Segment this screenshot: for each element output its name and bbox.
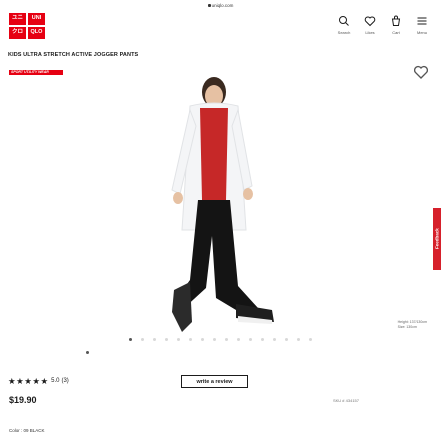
carousel-dots: [0, 338, 441, 341]
logo-tile: クロ: [9, 27, 26, 39]
carousel-dot[interactable]: [177, 338, 180, 341]
carousel-dot[interactable]: [189, 338, 192, 341]
cart-button[interactable]: Cart: [385, 15, 407, 35]
logo-tile: ユニ: [9, 13, 26, 25]
carousel-dot[interactable]: [237, 338, 240, 341]
model-size-note: Height: 137/130cm Size: 130cm: [398, 320, 427, 330]
carousel-dot[interactable]: [309, 338, 312, 341]
carousel-dot[interactable]: [225, 338, 228, 341]
lock-icon: [207, 4, 211, 8]
site-header: ユニ UNI クロ QLO Search Likes Cart Menu: [0, 12, 441, 40]
heart-icon: [364, 16, 376, 27]
search-icon: [339, 16, 349, 26]
sku-number: SKU # 434157: [332, 398, 359, 403]
carousel-dot[interactable]: [141, 338, 144, 341]
carousel-dot[interactable]: [153, 338, 156, 341]
carousel-indicator: [86, 351, 89, 354]
product-image[interactable]: [40, 60, 400, 372]
menu-button[interactable]: Menu: [411, 15, 433, 35]
search-label: Search: [337, 30, 351, 35]
price: $19.90: [9, 395, 37, 405]
hamburger-icon: [417, 17, 427, 25]
search-button[interactable]: Search: [333, 15, 355, 35]
menu-label: Menu: [416, 30, 427, 35]
star-icon: ★: [24, 376, 32, 386]
feedback-tab[interactable]: Feedback: [433, 208, 441, 270]
carousel-dot[interactable]: [129, 338, 132, 341]
logo-tile: UNI: [28, 13, 45, 25]
carousel-dot[interactable]: [297, 338, 300, 341]
uniqlo-logo[interactable]: ユニ UNI クロ QLO: [9, 13, 45, 39]
browser-url: uniqlo.com: [211, 3, 234, 8]
header-icons: Search Likes Cart Menu: [333, 15, 433, 35]
star-icon: ★: [32, 376, 40, 386]
model-size: Size: 130cm: [397, 325, 417, 329]
rating-value: 5.0: [51, 378, 60, 385]
product-title: KIDS ULTRA STRETCH ACTIVE JOGGER PANTS: [8, 52, 139, 58]
logo-tile: QLO: [28, 27, 45, 39]
cart-label: Cart: [392, 30, 400, 35]
likes-label: Likes: [365, 30, 375, 35]
model-figure: [171, 77, 274, 332]
likes-button[interactable]: Likes: [359, 15, 381, 35]
carousel-dot[interactable]: [201, 338, 204, 341]
browser-url-bar[interactable]: uniqlo.com: [0, 1, 441, 11]
write-review-button[interactable]: write a review: [181, 375, 248, 388]
cart-icon: [391, 15, 401, 26]
rating-row[interactable]: ★ ★ ★ ★ ★ 5.0 (3): [8, 377, 69, 386]
carousel-dot[interactable]: [273, 338, 276, 341]
carousel-dot[interactable]: [249, 338, 252, 341]
carousel-dot[interactable]: [285, 338, 288, 341]
favorite-button[interactable]: [413, 64, 429, 80]
star-icon: ★: [16, 376, 24, 386]
carousel-dot[interactable]: [213, 338, 216, 341]
carousel-dot[interactable]: [261, 338, 264, 341]
star-icon: ★: [8, 376, 16, 386]
heart-icon: [413, 65, 429, 79]
rating-stars: ★ ★ ★ ★ ★: [8, 377, 48, 386]
review-count: (3): [61, 378, 69, 385]
color-label: Color : 09 BLACK: [9, 428, 45, 433]
star-icon: ★: [40, 376, 49, 386]
carousel-dot[interactable]: [165, 338, 168, 341]
